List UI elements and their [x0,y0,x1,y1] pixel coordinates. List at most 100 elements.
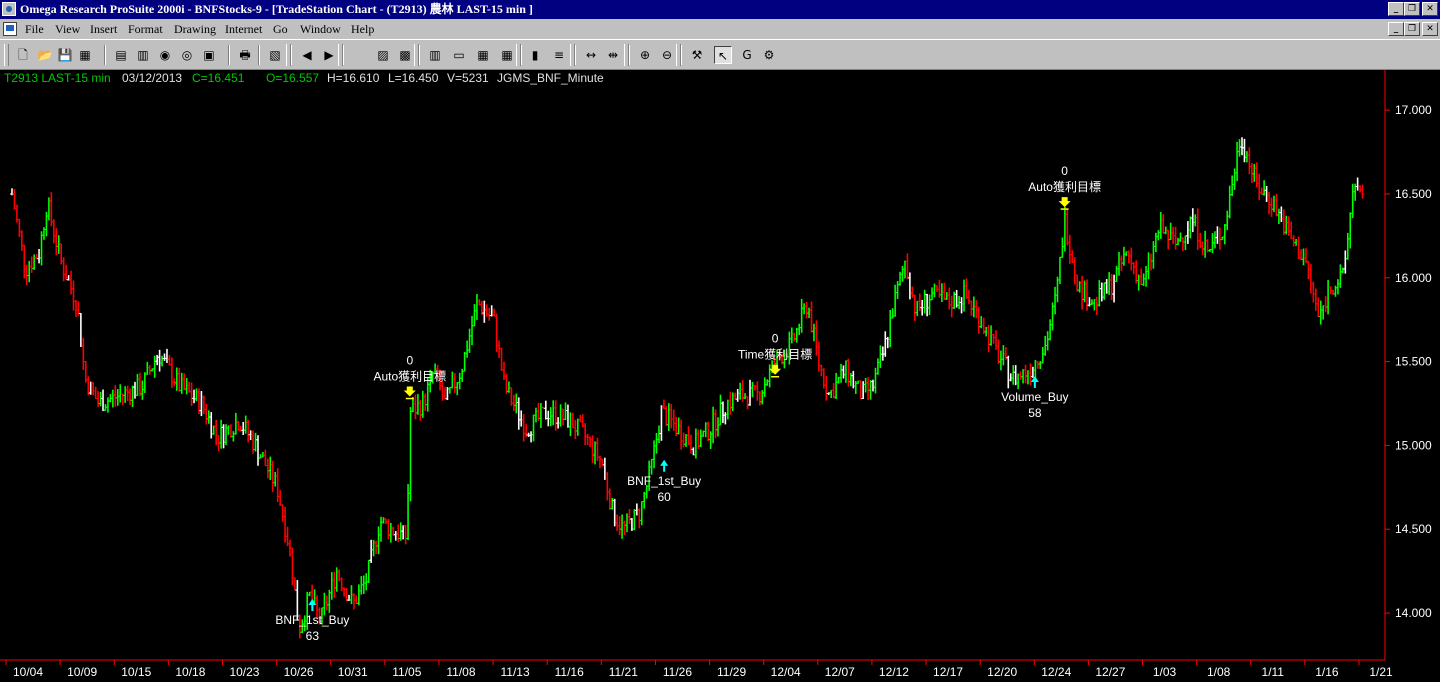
title-bar: Omega Research ProSuite 2000i - BNFStock… [0,0,1440,19]
toolbar-grip[interactable] [4,44,9,66]
option-station-icon[interactable]: ◎ [178,46,196,64]
app-icon[interactable] [2,2,16,16]
bar-chart-icon[interactable]: ▮ [526,46,544,64]
y-tick-label: 16.000 [1395,271,1432,285]
toolbar-grip[interactable] [676,44,681,66]
toolbar-grip[interactable] [414,44,419,66]
window-title: Omega Research ProSuite 2000i - BNFStock… [20,2,533,16]
x-tick-label: 12/17 [933,665,963,679]
menu-bar: File View Insert Format Drawing Internet… [0,19,1440,39]
minimize-button[interactable]: _ [1388,2,1404,16]
print-icon[interactable]: 🖶 [236,46,254,64]
menu-go[interactable]: Go [273,22,288,37]
x-tick-label: 11/16 [555,665,584,679]
child-restore-button[interactable]: ❐ [1404,22,1420,36]
menu-file[interactable]: File [25,22,44,37]
new-icon[interactable]: 🗋 [14,46,32,64]
symbol-icon[interactable]: ▣ [200,46,218,64]
x-tick-label: 11/29 [717,665,746,679]
pointer-icon[interactable]: ↖ [714,46,732,64]
insert-strategy-icon[interactable]: ▩ [396,46,414,64]
toolbar-grip[interactable] [516,44,521,66]
signal-label: BNF_1st_Buy [275,613,349,627]
toolbar-separator [258,45,260,65]
print-preview-icon[interactable]: ▤ [112,46,130,64]
global-icon[interactable]: G [738,46,756,64]
menu-drawing[interactable]: Drawing [174,22,216,37]
x-tick-label: 1/08 [1207,665,1231,679]
y-tick-label: 14.000 [1395,606,1432,620]
x-tick-label: 1/16 [1315,665,1339,679]
format-window-icon[interactable]: ▧ [266,46,284,64]
signal-label: Auto獲利目標 [373,370,446,384]
expand-bars-icon[interactable]: ⇹ [604,46,622,64]
x-tick-label: 10/04 [13,665,43,679]
x-tick-label: 11/08 [446,665,475,679]
insert-indicator-icon[interactable]: ▨ [374,46,392,64]
x-tick-label: 1/03 [1153,665,1177,679]
signal-value: 58 [1028,406,1042,420]
x-tick-label: 12/12 [879,665,909,679]
grid-icon[interactable]: ▦ [474,46,492,64]
chart-window[interactable]: T2913 LAST-15 min 03/12/2013 C=16.451 O=… [0,70,1440,682]
insert-window-icon[interactable]: ▭ [450,46,468,64]
buy-signal-arrow [660,459,669,472]
close-button[interactable]: ✕ [1422,2,1438,16]
toolbar-grip[interactable] [624,44,629,66]
open-icon[interactable]: 📂 [36,46,54,64]
zoom-out-icon[interactable]: ⊖ [658,46,676,64]
child-close-button[interactable]: ✕ [1422,22,1438,36]
toolbar-grip[interactable] [570,44,575,66]
x-tick-label: 10/09 [67,665,97,679]
x-tick-label: 12/07 [825,665,855,679]
child-window-icon[interactable] [3,22,17,36]
scroll-left-icon[interactable]: ◀ [298,46,316,64]
price-chart[interactable]: 14.000 14.500 15.000 15.500 16.000 16.500 17.0… [0,70,1440,682]
menu-insert[interactable]: Insert [90,22,117,37]
menu-window[interactable]: Window [300,22,341,37]
menu-format[interactable]: Format [128,22,163,37]
menu-internet[interactable]: Internet [225,22,262,37]
save-icon[interactable]: 💾 [56,46,74,64]
price-bars [10,137,1365,639]
exit-signal-arrow [1058,197,1071,208]
signal-label: BNF_1st_Buy [627,474,701,488]
signal-value: 0 [1061,164,1068,178]
y-tick-label: 15.500 [1395,355,1432,369]
radar-screen-icon[interactable]: ◉ [156,46,174,64]
x-tick-label: 1/21 [1369,665,1393,679]
zoom-in-icon[interactable]: ⊕ [636,46,654,64]
x-tick-label: 11/26 [663,665,692,679]
child-minimize-button[interactable]: _ [1388,22,1404,36]
x-tick-label: 12/20 [987,665,1017,679]
y-tick-label: 15.000 [1395,438,1432,452]
tools-icon[interactable]: ⚒ [688,46,706,64]
signal-label: Volume_Buy [1001,390,1068,404]
toolbar-grip[interactable] [338,44,343,66]
x-tick-label: 12/27 [1095,665,1125,679]
restore-button[interactable]: ❐ [1404,2,1420,16]
format-bars-icon[interactable]: ≡ [550,46,568,64]
signal-label: Time獲利目標 [738,348,812,362]
menu-help[interactable]: Help [351,22,374,37]
x-tick-label: 10/26 [284,665,314,679]
y-tick-label: 16.500 [1395,187,1432,201]
compress-bars-icon[interactable]: ↔ [582,46,600,64]
x-tick-label: 11/13 [501,665,530,679]
buy-signal-arrow [1030,375,1039,388]
table-icon[interactable]: ▦ [498,46,516,64]
toolbar-grip[interactable] [286,44,291,66]
menu-view[interactable]: View [55,22,80,37]
save-all-icon[interactable]: ▦ [76,46,94,64]
easylanguage-icon[interactable]: ⚙ [760,46,778,64]
x-tick-label: 12/04 [771,665,801,679]
data-window-icon[interactable]: ▥ [426,46,444,64]
scroll-right-icon[interactable]: ▶ [320,46,338,64]
chart-window-icon[interactable]: ▥ [134,46,152,64]
exit-signal-arrow [769,364,782,375]
x-tick-label: 10/18 [175,665,205,679]
signal-label: Auto獲利目標 [1028,180,1101,194]
x-tick-label: 10/23 [229,665,259,679]
x-tick-label: 11/05 [392,665,421,679]
y-tick-label: 17.000 [1395,103,1432,117]
